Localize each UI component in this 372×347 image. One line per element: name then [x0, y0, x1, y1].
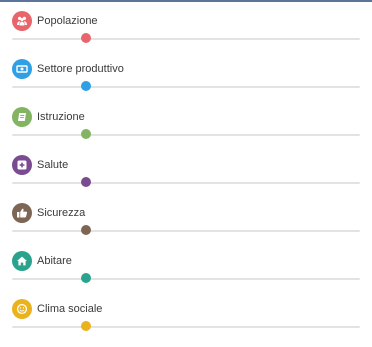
indicator-panel: Popolazione Settore produttivo Istruzion…: [0, 0, 372, 334]
settore-produttivo-slider[interactable]: [12, 79, 360, 91]
slider-track: [12, 278, 360, 280]
slider-knob[interactable]: [81, 273, 92, 283]
abitare-slider[interactable]: [12, 271, 360, 283]
indicator-popolazione: Popolazione: [0, 11, 372, 59]
health-cross-icon: [12, 155, 32, 175]
slider-knob[interactable]: [81, 33, 92, 43]
slider-track: [12, 326, 360, 328]
slider-knob[interactable]: [81, 177, 92, 187]
indicator-label: Salute: [37, 159, 69, 171]
slider-knob[interactable]: [81, 129, 92, 139]
slider-knob[interactable]: [81, 321, 92, 331]
slider-track: [12, 230, 360, 232]
indicator-settore-produttivo: Settore produttivo: [0, 59, 372, 107]
home-icon: [12, 251, 32, 271]
thumbs-up-icon: [12, 203, 32, 223]
money-icon: [12, 59, 32, 79]
indicator-label: Sicurezza: [37, 207, 86, 219]
istruzione-slider[interactable]: [12, 127, 360, 139]
indicator-istruzione: Istruzione: [0, 107, 372, 155]
people-icon: [12, 11, 32, 31]
indicator-label: Clima sociale: [37, 303, 103, 315]
slider-track: [12, 86, 360, 88]
slider-track: [12, 182, 360, 184]
indicator-abitare: Abitare: [0, 251, 372, 299]
indicator-label: Abitare: [37, 255, 72, 267]
salute-slider[interactable]: [12, 175, 360, 187]
slider-knob[interactable]: [81, 81, 92, 91]
slider-track: [12, 134, 360, 136]
smile-icon: [12, 299, 32, 319]
indicator-clima-sociale: Clima sociale: [0, 299, 372, 347]
indicator-salute: Salute: [0, 155, 372, 203]
book-icon: [12, 107, 32, 127]
clima-sociale-slider[interactable]: [12, 319, 360, 331]
indicator-sicurezza: Sicurezza: [0, 203, 372, 251]
slider-knob[interactable]: [81, 225, 92, 235]
popolazione-slider[interactable]: [12, 31, 360, 43]
indicator-label: Settore produttivo: [37, 63, 124, 75]
slider-track: [12, 38, 360, 40]
indicator-label: Istruzione: [37, 111, 85, 123]
indicator-label: Popolazione: [37, 15, 98, 27]
sicurezza-slider[interactable]: [12, 223, 360, 235]
